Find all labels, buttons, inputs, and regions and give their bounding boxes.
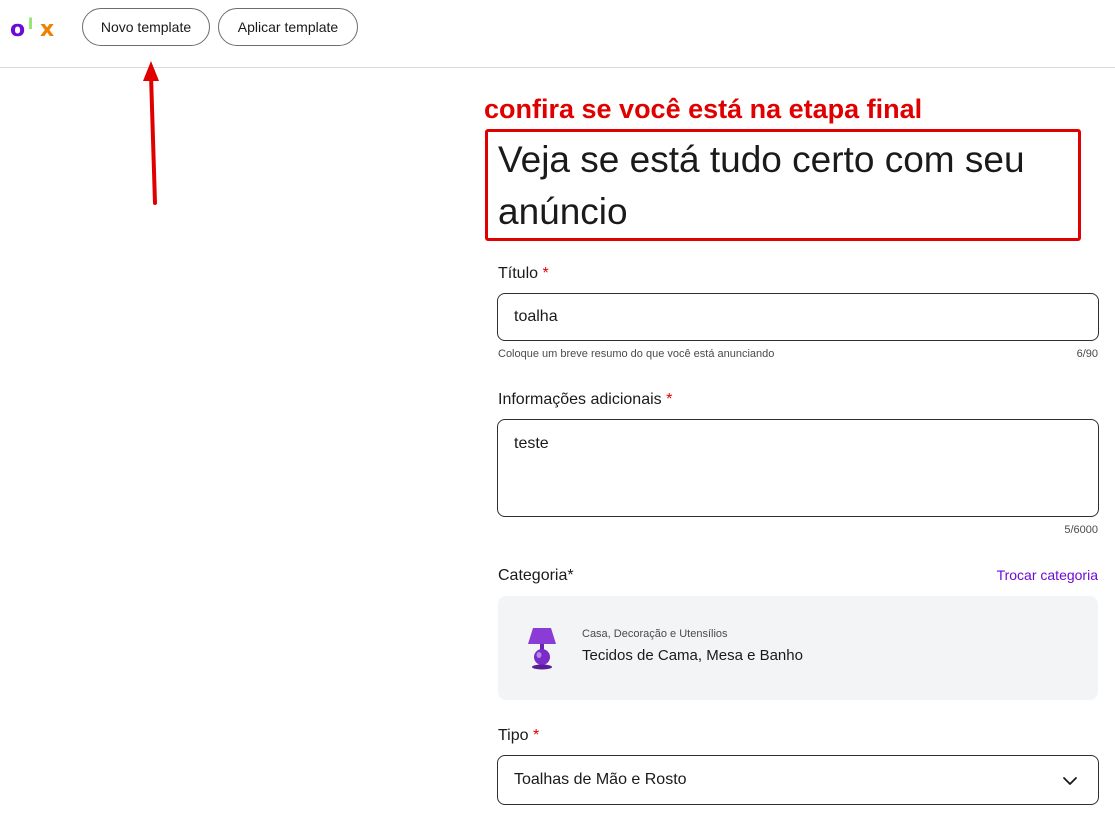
title-input[interactable]: toalha bbox=[497, 293, 1099, 341]
page-title: Veja se está tudo certo com seu anúncio bbox=[498, 139, 1025, 232]
lamp-icon bbox=[528, 628, 556, 670]
type-select-value: Toalhas de Mão e Rosto bbox=[514, 771, 687, 788]
type-field-label: Tipo * bbox=[498, 727, 539, 745]
category-child-name: Tecidos de Cama, Mesa e Banho bbox=[582, 647, 803, 664]
info-label-text: Informações adicionais bbox=[498, 391, 662, 408]
required-mark: * bbox=[666, 391, 673, 408]
annotation-arrow bbox=[143, 61, 159, 205]
required-mark: * bbox=[532, 727, 540, 744]
title-char-counter: 6/90 bbox=[1076, 348, 1098, 360]
category-field-label: Categoria* bbox=[498, 567, 574, 584]
chevron-down-icon bbox=[1063, 777, 1077, 785]
title-field-label: Título * bbox=[498, 265, 549, 283]
change-category-link[interactable]: Trocar categoria bbox=[997, 567, 1098, 583]
logo-letter-x: x bbox=[40, 17, 55, 42]
title-helper-text: Coloque um breve resumo do que você está… bbox=[498, 348, 775, 360]
logo-letter-o: o bbox=[10, 17, 26, 42]
category-card[interactable]: Casa, Decoração e Utensílios Tecidos de … bbox=[498, 596, 1098, 700]
info-char-counter: 5/6000 bbox=[1064, 524, 1098, 536]
new-template-button[interactable]: Novo template bbox=[82, 8, 210, 46]
title-input-value: toalha bbox=[514, 308, 558, 325]
type-select[interactable]: Toalhas de Mão e Rosto bbox=[497, 755, 1099, 805]
category-parent-name: Casa, Decoração e Utensílios bbox=[582, 628, 728, 640]
info-textarea[interactable]: teste bbox=[497, 419, 1099, 517]
olx-logo[interactable]: o l x bbox=[10, 17, 60, 43]
logo-letter-l: l bbox=[28, 15, 34, 33]
title-label-text: Título bbox=[498, 265, 539, 282]
info-field-label: Informações adicionais * bbox=[498, 391, 672, 409]
annotation-caption: confira se você está na etapa final bbox=[484, 94, 923, 124]
apply-template-button[interactable]: Aplicar template bbox=[218, 8, 358, 46]
required-mark: * bbox=[542, 265, 549, 282]
type-label-text: Tipo bbox=[498, 727, 529, 744]
info-textarea-value: teste bbox=[514, 435, 549, 452]
